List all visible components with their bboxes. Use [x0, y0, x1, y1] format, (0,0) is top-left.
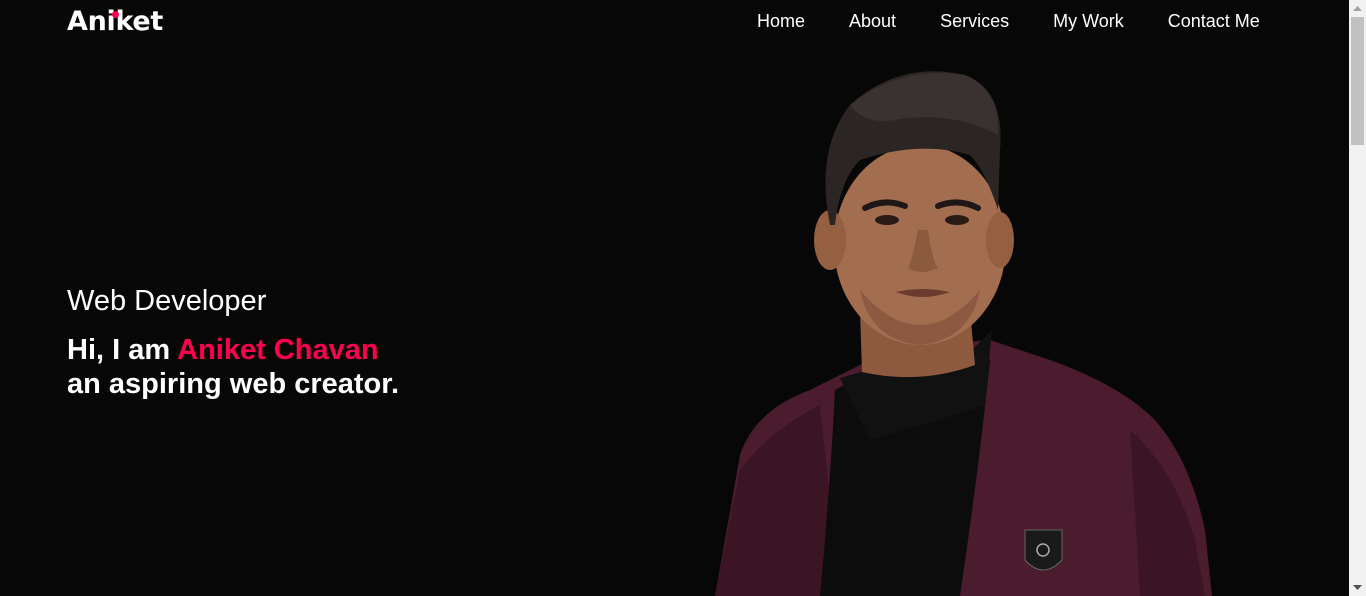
hero-heading: Hi, I am Aniket Chavan an aspiring web c…: [67, 333, 399, 401]
scroll-up-icon[interactable]: [1349, 0, 1366, 17]
nav-services[interactable]: Services: [940, 10, 1009, 32]
page: Aniket Home About Services My Work Conta…: [0, 0, 1366, 596]
hero-name: Aniket Chavan: [177, 334, 379, 366]
nav-about[interactable]: About: [849, 10, 896, 32]
logo-dot: [112, 11, 119, 18]
logo[interactable]: Aniket: [67, 6, 163, 37]
portrait-image: [715, 71, 1212, 596]
hero-greeting: Hi, I am: [67, 334, 178, 366]
hero-tagline: an aspiring web creator.: [67, 368, 399, 400]
scrollbar-thumb[interactable]: [1351, 17, 1364, 145]
hero-subtitle: Web Developer: [67, 285, 267, 317]
nav-my-work[interactable]: My Work: [1053, 10, 1124, 32]
nav-home[interactable]: Home: [757, 10, 805, 32]
main-nav: Home About Services My Work Contact Me: [757, 10, 1260, 32]
vertical-scrollbar[interactable]: [1349, 0, 1366, 596]
nav-contact-me[interactable]: Contact Me: [1168, 10, 1260, 32]
scroll-down-icon[interactable]: [1349, 579, 1366, 596]
